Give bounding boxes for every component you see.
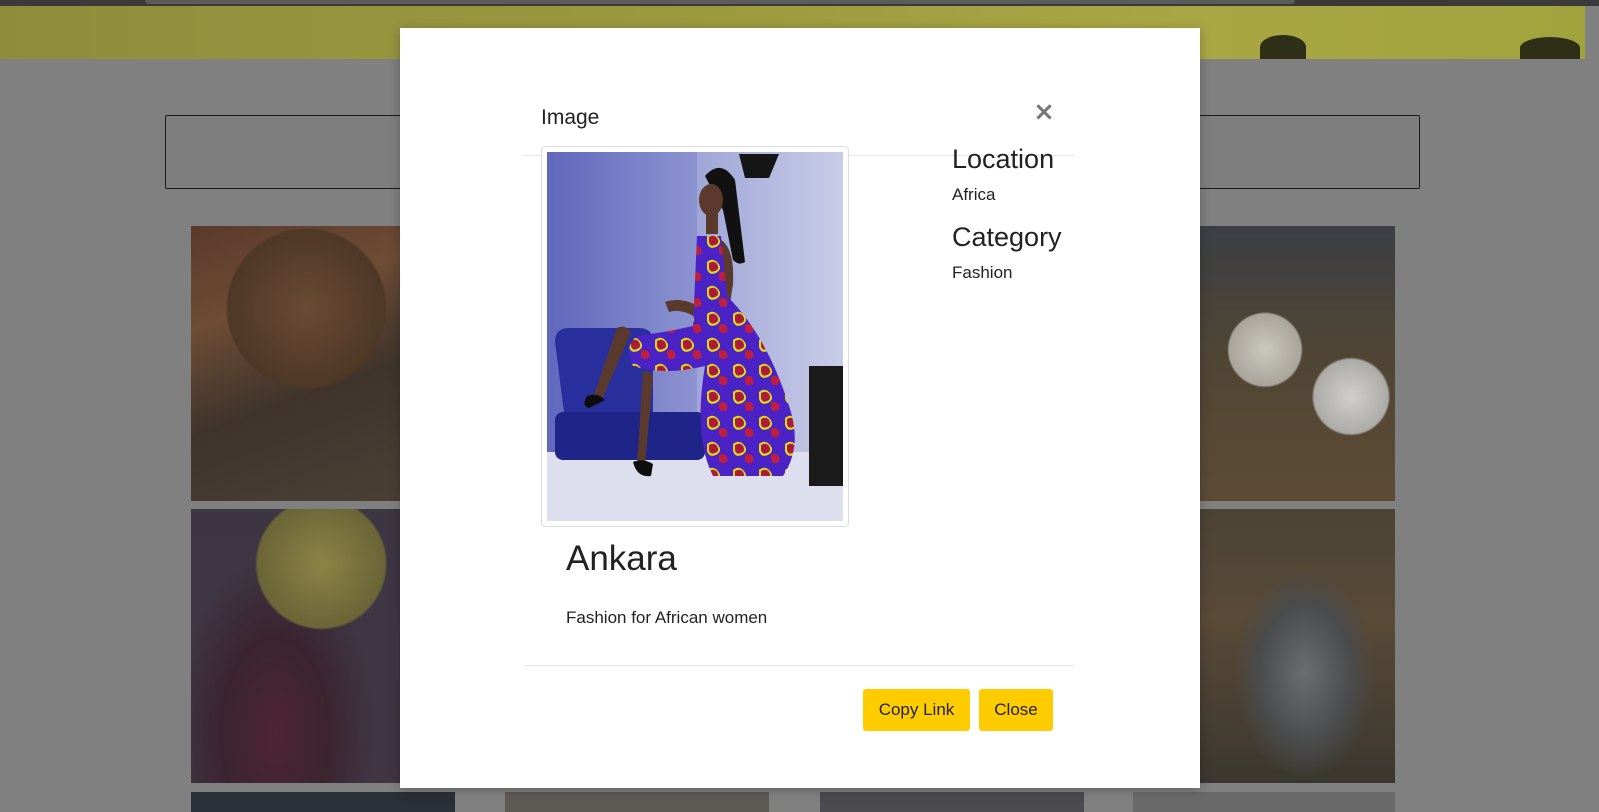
image-info-panel: Location Africa Category Fashion xyxy=(952,144,1092,300)
close-icon[interactable]: × xyxy=(1032,99,1056,125)
image-description: Fashion for African women xyxy=(566,608,768,627)
search-bar-edge xyxy=(145,0,1295,4)
close-button[interactable]: Close xyxy=(979,689,1053,731)
image-thumbnail xyxy=(541,146,849,527)
gallery-tile[interactable] xyxy=(191,226,401,501)
modal-title: Image xyxy=(541,106,600,129)
gallery-tile[interactable] xyxy=(1195,226,1395,501)
gallery-tile[interactable] xyxy=(191,509,401,783)
banner-tree-silhouette xyxy=(1520,37,1580,59)
gallery-tile[interactable] xyxy=(505,792,769,812)
fashion-photo xyxy=(547,152,843,521)
category-value: Fashion xyxy=(952,263,1013,282)
gallery-tile[interactable] xyxy=(191,792,455,812)
category-heading: Category xyxy=(952,222,1062,252)
gallery-tile[interactable] xyxy=(1195,509,1395,783)
location-heading: Location xyxy=(952,144,1055,174)
modal-footer-divider xyxy=(524,665,1074,667)
gallery-tile[interactable] xyxy=(820,792,1084,812)
banner-tree-silhouette xyxy=(1260,35,1306,59)
image-modal: Image × Ankara Fashion for African women… xyxy=(400,28,1200,788)
image-title: Ankara xyxy=(566,539,677,578)
gallery-tile[interactable] xyxy=(1133,792,1395,812)
copy-link-button[interactable]: Copy Link xyxy=(863,689,970,731)
location-value: Africa xyxy=(952,185,996,204)
